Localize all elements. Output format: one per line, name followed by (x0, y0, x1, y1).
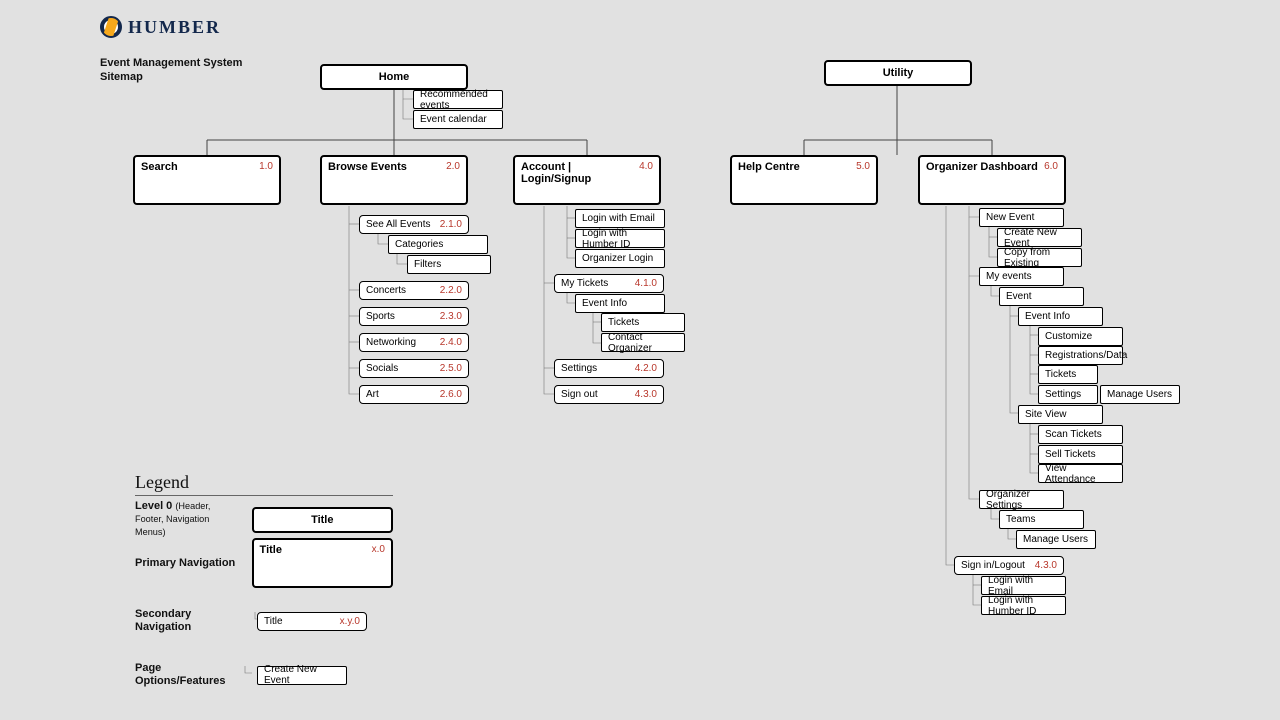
node-help-centre: Help Centre5.0 (730, 155, 878, 205)
node-art: Art2.6.0 (359, 385, 469, 404)
legend-term-l0: Level 0 (135, 500, 175, 512)
doc-title-line-1: Event Management System (100, 56, 242, 70)
legend-box-l2-code: x.y.0 (334, 616, 360, 627)
node-registrations: Registrations/Data (1038, 346, 1123, 365)
node-browse-events: Browse Events2.0 (320, 155, 468, 205)
node-teams: Teams (999, 510, 1084, 529)
legend-row-primary: Primary Navigation Titlex.0 (135, 538, 393, 588)
node-filters: Filters (407, 255, 491, 274)
brand-word: HUMBER (128, 17, 221, 38)
legend-box-l1-label: Title (260, 544, 366, 556)
node-site-view: Site View (1018, 405, 1103, 424)
legend-box-l1-code: x.0 (366, 544, 385, 555)
legend-row-secondary: Secondary Navigation Titlex.y.0 (135, 608, 393, 634)
legend-box-l2-label: Title (264, 616, 334, 627)
brand: HUMBER (100, 16, 221, 38)
node-search: Search1.0 (133, 155, 281, 205)
node-scan-tickets: Scan Tickets (1038, 425, 1123, 444)
node-socials: Socials2.5.0 (359, 359, 469, 378)
node-categories: Categories (388, 235, 488, 254)
legend-title: Legend (135, 472, 393, 496)
node-tickets: Tickets (601, 313, 685, 332)
node-sign-out: Sign out4.3.0 (554, 385, 664, 404)
node-contact-organizer: Contact Organizer (601, 333, 685, 352)
node-customize: Customize (1038, 327, 1123, 346)
node-see-all-events: See All Events2.1.0 (359, 215, 469, 234)
node-account: Account | Login/Signup4.0 (513, 155, 661, 205)
node-sports: Sports2.3.0 (359, 307, 469, 326)
node-utility: Utility (824, 60, 972, 86)
node-recommended-events: Recommended events (413, 90, 503, 109)
node-org-event-info: Event Info (1018, 307, 1103, 326)
legend-row-options: Page Options/Features Create New Event (135, 662, 393, 688)
doc-title: Event Management System Sitemap (100, 56, 242, 84)
node-organizer-dashboard: Organizer Dashboard6.0 (918, 155, 1066, 205)
node-concerts: Concerts2.2.0 (359, 281, 469, 300)
node-event-calendar: Event calendar (413, 110, 503, 129)
node-networking: Networking2.4.0 (359, 333, 469, 352)
node-settings: Settings4.2.0 (554, 359, 664, 378)
node-home: Home (320, 64, 468, 90)
node-my-tickets: My Tickets4.1.0 (554, 274, 664, 293)
legend-box-l0: Title (260, 514, 385, 526)
node-new-event: New Event (979, 208, 1064, 227)
node-manage-users: Manage Users (1100, 385, 1180, 404)
legend-box-l3: Create New Event (264, 664, 340, 686)
legend-term-l2: Secondary Navigation (135, 608, 245, 634)
node-organizer-settings: Organizer Settings (979, 490, 1064, 509)
humber-logo-icon (100, 16, 122, 38)
node-login-humber: Login with Humber ID (575, 229, 665, 248)
node-org-settings-small: Settings (1038, 385, 1098, 404)
legend-term-l1: Primary Navigation (135, 557, 240, 570)
doc-title-line-2: Sitemap (100, 70, 242, 84)
node-event-info: Event Info (575, 294, 665, 313)
node-event: Event (999, 287, 1084, 306)
node-sign-in-logout: Sign in/Logout4.3.0 (954, 556, 1064, 575)
node-copy-from-existing: Copy from Existing (997, 248, 1082, 267)
node-sell-tickets: Sell Tickets (1038, 445, 1123, 464)
node-organizer-login: Organizer Login (575, 249, 665, 268)
node-signin-humber: Login with Humber ID (981, 596, 1066, 615)
node-login-email: Login with Email (575, 209, 665, 228)
node-teams-manage-users: Manage Users (1016, 530, 1096, 549)
node-create-new-event: Create New Event (997, 228, 1082, 247)
node-org-tickets: Tickets (1038, 365, 1098, 384)
node-view-attendance: View Attendance (1038, 464, 1123, 483)
legend-term-l3: Page Options/Features (135, 662, 245, 688)
node-signin-email: Login with Email (981, 576, 1066, 595)
legend-row-level0: Level 0 (Header, Footer, Navigation Menu… (135, 500, 393, 539)
node-my-events: My events (979, 267, 1064, 286)
